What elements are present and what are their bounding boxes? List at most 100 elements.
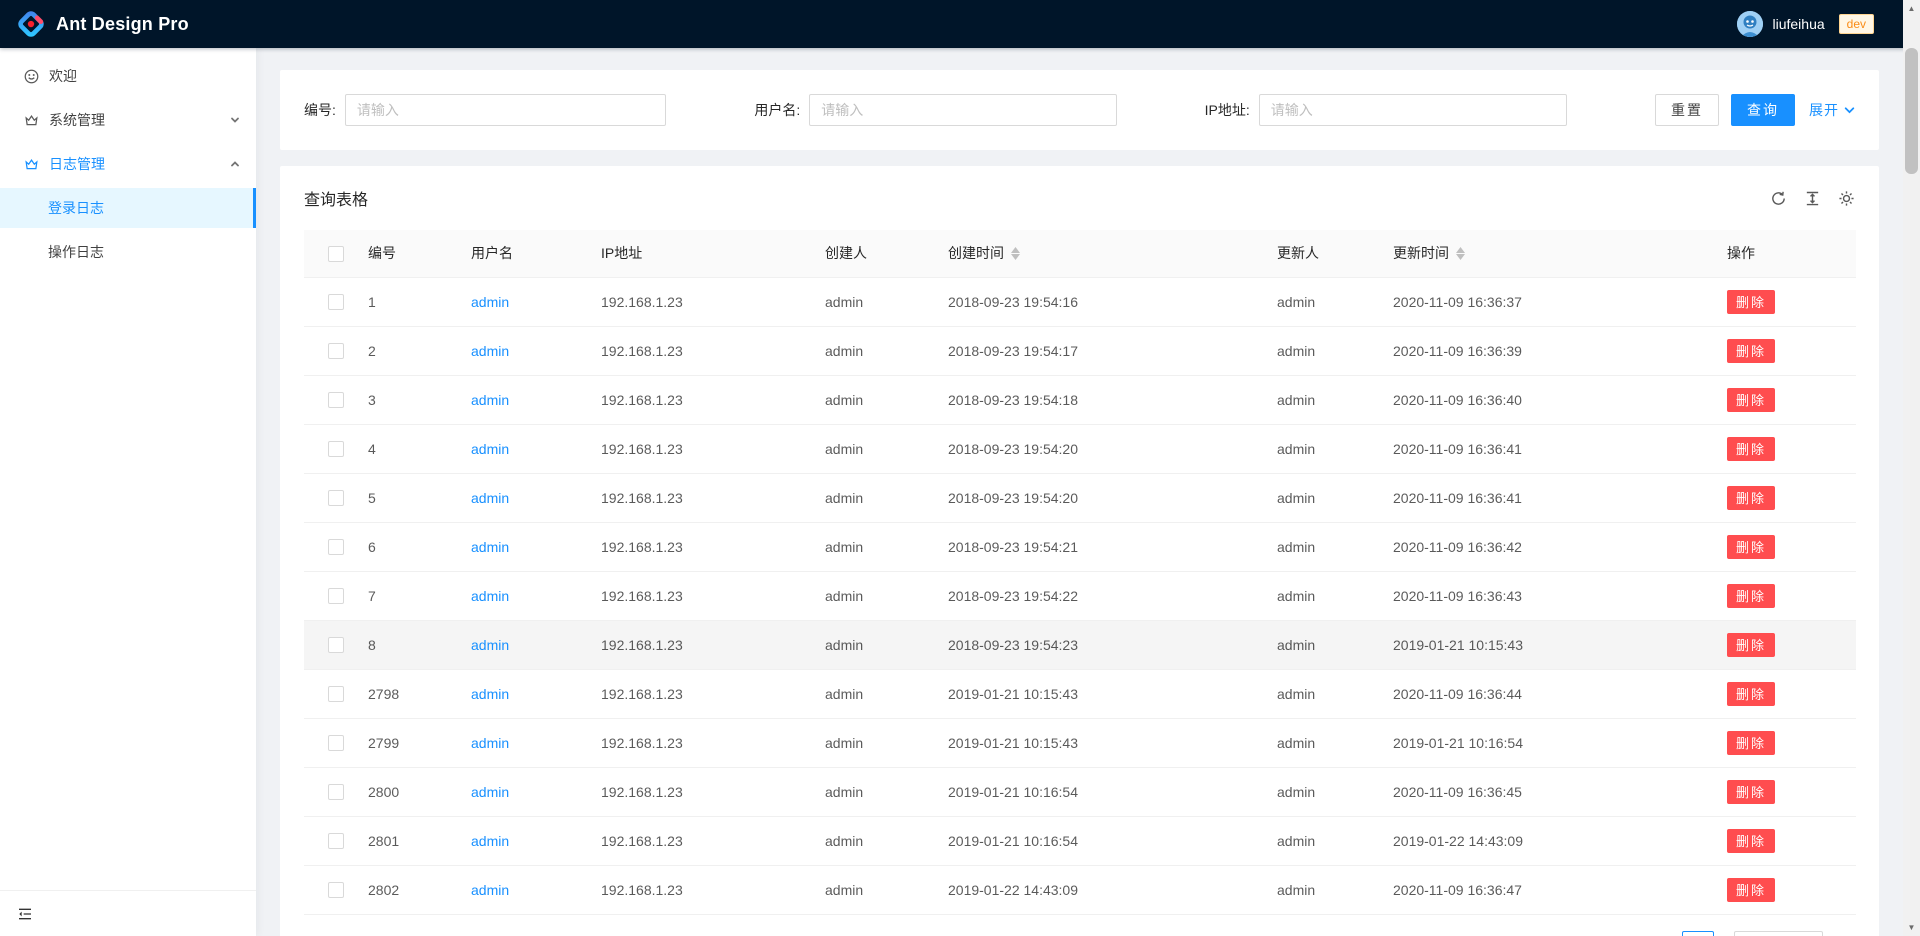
col-header-create-time-label: 创建时间 xyxy=(948,243,1004,263)
row-checkbox[interactable] xyxy=(328,735,344,751)
table-body: 1 admin 192.168.1.23 admin 2018-09-23 19… xyxy=(304,277,1856,914)
username-link[interactable]: admin xyxy=(471,588,509,604)
reload-icon[interactable] xyxy=(1770,190,1787,207)
col-header-id[interactable]: 编号 xyxy=(352,230,455,277)
scrollbar-thumb[interactable] xyxy=(1905,48,1918,174)
delete-button[interactable]: 删除 xyxy=(1727,290,1775,314)
username-link[interactable]: admin xyxy=(471,294,509,310)
username-link[interactable]: admin xyxy=(471,392,509,408)
cell-update-time: 2020-11-09 16:36:47 xyxy=(1377,865,1711,914)
row-checkbox[interactable] xyxy=(328,392,344,408)
username-link[interactable]: admin xyxy=(471,343,509,359)
cell-creator: admin xyxy=(809,326,932,375)
delete-button[interactable]: 删除 xyxy=(1727,633,1775,657)
username-link[interactable]: admin xyxy=(471,784,509,800)
column-height-icon[interactable] xyxy=(1804,190,1821,207)
cell-create-time: 2018-09-23 19:54:18 xyxy=(932,375,1261,424)
delete-button[interactable]: 删除 xyxy=(1727,829,1775,853)
delete-button[interactable]: 删除 xyxy=(1727,878,1775,902)
sidebar-item-system-mgmt[interactable]: 系统管理 xyxy=(0,100,256,140)
delete-button[interactable]: 删除 xyxy=(1727,780,1775,804)
col-header-ip[interactable]: IP地址 xyxy=(585,230,809,277)
scroll-up-icon[interactable]: ▲ xyxy=(1903,0,1920,17)
row-checkbox[interactable] xyxy=(328,833,344,849)
cell-update-time: 2020-11-09 16:36:42 xyxy=(1377,522,1711,571)
cell-create-time: 2018-09-23 19:54:17 xyxy=(932,326,1261,375)
delete-button[interactable]: 删除 xyxy=(1727,535,1775,559)
delete-button[interactable]: 删除 xyxy=(1727,339,1775,363)
cell-updater: admin xyxy=(1261,767,1377,816)
cell-id: 8 xyxy=(352,620,455,669)
field-username-label: 用户名: xyxy=(754,100,800,120)
delete-button[interactable]: 删除 xyxy=(1727,731,1775,755)
query-button[interactable]: 查询 xyxy=(1731,94,1795,126)
username-link[interactable]: admin xyxy=(471,833,509,849)
delete-button[interactable]: 删除 xyxy=(1727,682,1775,706)
delete-button[interactable]: 删除 xyxy=(1727,486,1775,510)
sort-icons[interactable] xyxy=(1011,247,1020,260)
settings-gear-icon[interactable] xyxy=(1838,190,1855,207)
col-header-username[interactable]: 用户名 xyxy=(455,230,585,277)
main-content: 编号: 用户名: IP地址: 重置 查询 展开 查询表格 xyxy=(256,48,1903,936)
cell-updater: admin xyxy=(1261,620,1377,669)
username-link[interactable]: admin xyxy=(471,686,509,702)
row-checkbox[interactable] xyxy=(328,637,344,653)
reset-button[interactable]: 重置 xyxy=(1655,94,1719,126)
cell-update-time: 2020-11-09 16:36:39 xyxy=(1377,326,1711,375)
delete-button[interactable]: 删除 xyxy=(1727,437,1775,461)
username-input[interactable] xyxy=(809,94,1116,126)
scroll-down-icon[interactable]: ▼ xyxy=(1903,919,1920,936)
pagination-active-page[interactable] xyxy=(1682,931,1714,936)
row-checkbox[interactable] xyxy=(328,588,344,604)
crown-icon xyxy=(24,157,39,172)
sidebar-item-operation-log[interactable]: 操作日志 xyxy=(0,232,256,272)
col-header-creator[interactable]: 创建人 xyxy=(809,230,932,277)
col-header-update-time[interactable]: 更新时间 xyxy=(1377,230,1711,277)
row-checkbox[interactable] xyxy=(328,294,344,310)
username-link[interactable]: admin xyxy=(471,539,509,555)
row-checkbox[interactable] xyxy=(328,441,344,457)
cell-create-time: 2019-01-21 10:15:43 xyxy=(932,718,1261,767)
delete-button[interactable]: 删除 xyxy=(1727,388,1775,412)
expand-link[interactable]: 展开 xyxy=(1809,100,1855,120)
page-size-select[interactable] xyxy=(1734,931,1823,936)
username-link[interactable]: admin xyxy=(471,637,509,653)
row-checkbox[interactable] xyxy=(328,343,344,359)
sidebar-item-welcome[interactable]: 欢迎 xyxy=(0,56,256,96)
username-link[interactable]: admin xyxy=(471,490,509,506)
sidebar-item-label: 登录日志 xyxy=(48,198,240,218)
ip-input[interactable] xyxy=(1259,94,1567,126)
cell-updater: admin xyxy=(1261,718,1377,767)
username-link[interactable]: admin xyxy=(471,441,509,457)
row-checkbox[interactable] xyxy=(328,882,344,898)
row-checkbox[interactable] xyxy=(328,686,344,702)
delete-button[interactable]: 删除 xyxy=(1727,584,1775,608)
sort-icons[interactable] xyxy=(1456,247,1465,260)
table-title: 查询表格 xyxy=(304,186,368,210)
sidebar-item-log-mgmt[interactable]: 日志管理 xyxy=(0,144,256,184)
user-avatar[interactable] xyxy=(1737,11,1763,37)
row-checkbox[interactable] xyxy=(328,490,344,506)
id-input[interactable] xyxy=(345,94,666,126)
row-checkbox[interactable] xyxy=(328,539,344,555)
col-header-updater[interactable]: 更新人 xyxy=(1261,230,1377,277)
username-link[interactable]: admin xyxy=(471,882,509,898)
col-header-create-time[interactable]: 创建时间 xyxy=(932,230,1261,277)
cell-id: 1 xyxy=(352,277,455,326)
cell-creator: admin xyxy=(809,718,932,767)
row-checkbox[interactable] xyxy=(328,784,344,800)
cell-ip: 192.168.1.23 xyxy=(585,816,809,865)
sidebar-item-login-log[interactable]: 登录日志 xyxy=(0,188,256,228)
table-row: 8 admin 192.168.1.23 admin 2018-09-23 19… xyxy=(304,620,1856,669)
cell-updater: admin xyxy=(1261,816,1377,865)
menu-fold-icon[interactable] xyxy=(17,906,33,922)
cell-ip: 192.168.1.23 xyxy=(585,424,809,473)
select-all-checkbox[interactable] xyxy=(328,246,344,262)
cell-creator: admin xyxy=(809,767,932,816)
smile-icon xyxy=(24,69,39,84)
brand[interactable]: Ant Design Pro xyxy=(0,9,189,39)
cell-create-time: 2019-01-21 10:16:54 xyxy=(932,816,1261,865)
username-link[interactable]: admin xyxy=(471,735,509,751)
page-scrollbar[interactable]: ▲ ▼ xyxy=(1903,0,1920,936)
user-name[interactable]: liufeihua xyxy=(1772,16,1824,32)
